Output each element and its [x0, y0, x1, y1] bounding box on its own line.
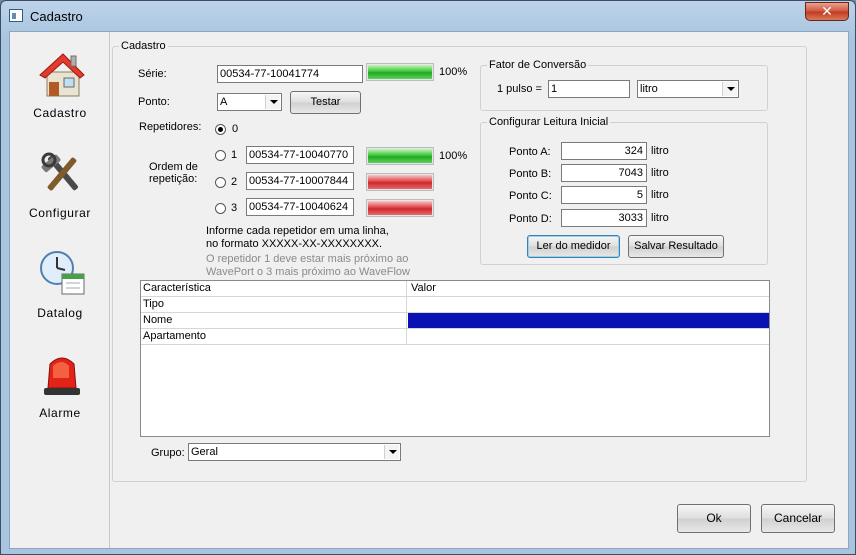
sidebar: Cadastro Configurar Datalog Alarme — [10, 32, 110, 548]
column-header-valor[interactable]: Valor — [408, 281, 769, 296]
ponto-d-input[interactable]: 3033 — [561, 209, 647, 227]
table-row[interactable]: Nome — [141, 313, 769, 329]
unit-select[interactable]: litro — [637, 80, 739, 98]
cadastro-window: Cadastro ✕ Cadastro Configurar Datalog A… — [0, 0, 856, 555]
ponto-select[interactable]: A — [217, 93, 282, 111]
grupo-label: Grupo: — [151, 447, 185, 459]
row-value[interactable] — [408, 297, 769, 312]
ponto-a-unit: litro — [651, 145, 669, 157]
grid-header: Característica Valor — [141, 281, 769, 297]
client-area: Cadastro Configurar Datalog Alarme Cadas… — [9, 31, 849, 549]
repetidor-2-input[interactable]: 00534-77-10007844 — [246, 172, 354, 190]
repetidor-3-input[interactable]: 00534-77-10040624 — [246, 198, 354, 216]
repetidores-0-label: 0 — [232, 123, 239, 135]
repetidores-0-radio[interactable] — [215, 124, 226, 135]
serie-label: Série: — [138, 68, 167, 80]
clock-calendar-icon — [40, 251, 85, 295]
repetidor-1-number: 1 — [231, 149, 238, 161]
siren-icon — [44, 357, 80, 395]
row-value[interactable] — [408, 329, 769, 344]
testar-button[interactable]: Testar — [290, 91, 361, 114]
repetidor-1-signal-bar — [366, 147, 434, 165]
window-title: Cadastro — [30, 9, 83, 24]
serie-signal-bar — [366, 63, 434, 81]
pulso-input[interactable]: 1 — [548, 80, 630, 98]
hint-line-4: WavePort o 3 mais próximo ao WaveFlow — [206, 266, 410, 278]
ponto-d-label: Ponto D: — [509, 213, 552, 225]
ponto-label: Ponto: — [138, 96, 170, 108]
leitura-group: Configurar Leitura Inicial Ponto A: 324 … — [480, 115, 768, 265]
serie-signal-percent: 100% — [439, 66, 468, 78]
row-name: Nome — [141, 313, 407, 328]
column-header-caracteristica[interactable]: Característica — [141, 281, 407, 296]
ponto-value: A — [220, 96, 228, 108]
sidebar-item-datalog[interactable]: Datalog — [12, 242, 108, 332]
ordem-label-line2: repetição: — [149, 173, 198, 185]
chevron-down-icon[interactable] — [265, 95, 280, 109]
repetidor-3-number: 3 — [231, 202, 238, 214]
row-name: Apartamento — [141, 329, 407, 344]
ponto-b-input[interactable]: 7043 — [561, 164, 647, 182]
ponto-c-unit: litro — [651, 189, 669, 201]
repetidor-3-radio[interactable] — [215, 203, 226, 214]
sidebar-item-label: Cadastro — [33, 106, 87, 120]
hint-line-2: no formato XXXXX-XX-XXXXXXXX. — [206, 238, 383, 250]
ponto-a-label: Ponto A: — [509, 146, 551, 158]
pulso-label: 1 pulso = — [497, 83, 542, 95]
grupo-select[interactable]: Geral — [188, 443, 401, 461]
ponto-c-label: Ponto C: — [509, 190, 552, 202]
properties-grid[interactable]: Característica Valor Tipo Nome Apartamen… — [140, 280, 770, 437]
hint-line-1: Informe cada repetidor em uma linha, — [206, 225, 389, 237]
window-icon — [9, 9, 23, 22]
fator-group-label: Fator de Conversão — [487, 58, 589, 72]
repetidor-2-radio[interactable] — [215, 177, 226, 188]
fator-group: Fator de Conversão 1 pulso = 1 litro — [480, 58, 768, 111]
ponto-b-label: Ponto B: — [509, 168, 552, 180]
ponto-a-input[interactable]: 324 — [561, 142, 647, 160]
ok-button[interactable]: Ok — [677, 504, 751, 533]
ponto-b-unit: litro — [651, 167, 669, 179]
house-icon — [39, 53, 85, 97]
hint-line-3: O repetidor 1 deve estar mais próximo ao — [206, 253, 409, 265]
serie-input[interactable]: 00534-77-10041774 — [217, 65, 363, 83]
group-label: Cadastro — [119, 39, 168, 53]
grupo-value: Geral — [191, 446, 218, 458]
tools-icon — [41, 152, 78, 191]
close-button[interactable]: ✕ — [805, 2, 849, 21]
row-value-selected[interactable] — [408, 313, 769, 328]
sidebar-item-alarme[interactable]: Alarme — [12, 342, 108, 432]
table-row[interactable]: Apartamento — [141, 329, 769, 345]
repetidor-2-number: 2 — [231, 176, 238, 188]
repetidor-1-radio[interactable] — [215, 150, 226, 161]
salvar-resultado-button[interactable]: Salvar Resultado — [628, 235, 724, 258]
sidebar-item-configurar[interactable]: Configurar — [12, 142, 108, 232]
leitura-group-label: Configurar Leitura Inicial — [487, 115, 611, 129]
sidebar-item-label: Alarme — [39, 406, 81, 420]
chevron-down-icon[interactable] — [722, 82, 737, 96]
title-bar[interactable]: Cadastro ✕ — [1, 1, 855, 31]
sidebar-item-cadastro[interactable]: Cadastro — [12, 42, 108, 132]
unit-value: litro — [640, 83, 658, 95]
row-name: Tipo — [141, 297, 407, 312]
repetidor-2-signal-bar — [366, 173, 434, 191]
repetidor-1-signal-percent: 100% — [439, 150, 468, 162]
ler-medidor-button[interactable]: Ler do medidor — [527, 235, 620, 258]
sidebar-item-label: Datalog — [37, 306, 83, 320]
table-row[interactable]: Tipo — [141, 297, 769, 313]
repetidor-3-signal-bar — [366, 199, 434, 217]
cancel-button[interactable]: Cancelar — [761, 504, 835, 533]
ponto-c-input[interactable]: 5 — [561, 186, 647, 204]
sidebar-item-label: Configurar — [28, 206, 92, 220]
repetidores-label: Repetidores: — [139, 121, 202, 133]
ponto-d-unit: litro — [651, 212, 669, 224]
repetidor-1-input[interactable]: 00534-77-10040770 — [246, 146, 354, 164]
chevron-down-icon[interactable] — [384, 445, 399, 459]
